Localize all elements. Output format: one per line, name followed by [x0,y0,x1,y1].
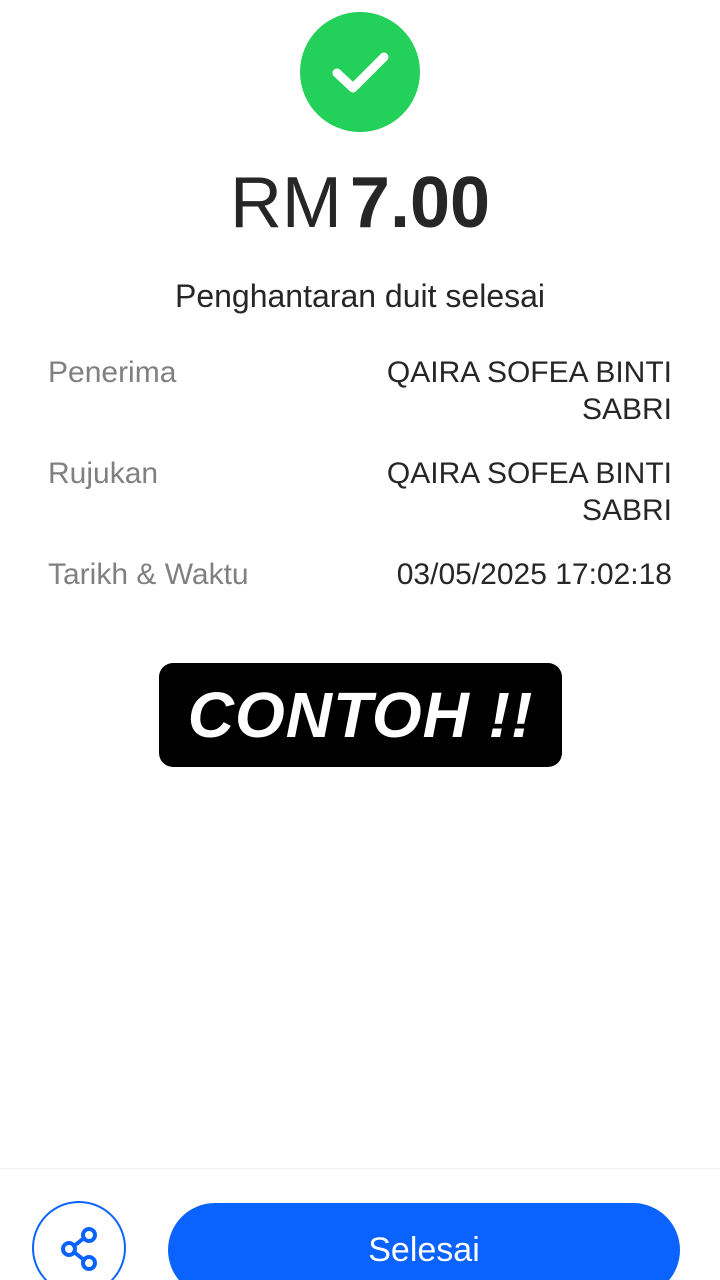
done-button[interactable]: Selesai [168,1203,680,1280]
detail-value: QAIRA SOFEA BINTI SABRI [386,356,672,426]
status-title: Penghantaran duit selesai [174,278,546,314]
detail-value: QAIRA SOFEA BINTI SABRI [386,457,672,527]
detail-label: Rujukan [48,457,159,490]
share-icon [61,1227,97,1271]
amount-value: 7.00 [349,163,491,243]
transfer-success-screen: RM 7.00 Penghantaran duit selesai Penerim… [0,0,720,1280]
transfer-amount: RM 7.00 [0,158,720,248]
action-footer: Selesai [0,1168,720,1280]
amount-currency: RM [229,163,342,243]
share-button[interactable] [32,1201,126,1280]
sample-watermark: CONTOH !! [159,663,562,767]
detail-label: Penerima [48,356,177,389]
check-icon [300,12,420,132]
detail-value: 03/05/2025 17:02:18 [396,558,672,591]
detail-label: Tarikh & Waktu [48,558,249,591]
